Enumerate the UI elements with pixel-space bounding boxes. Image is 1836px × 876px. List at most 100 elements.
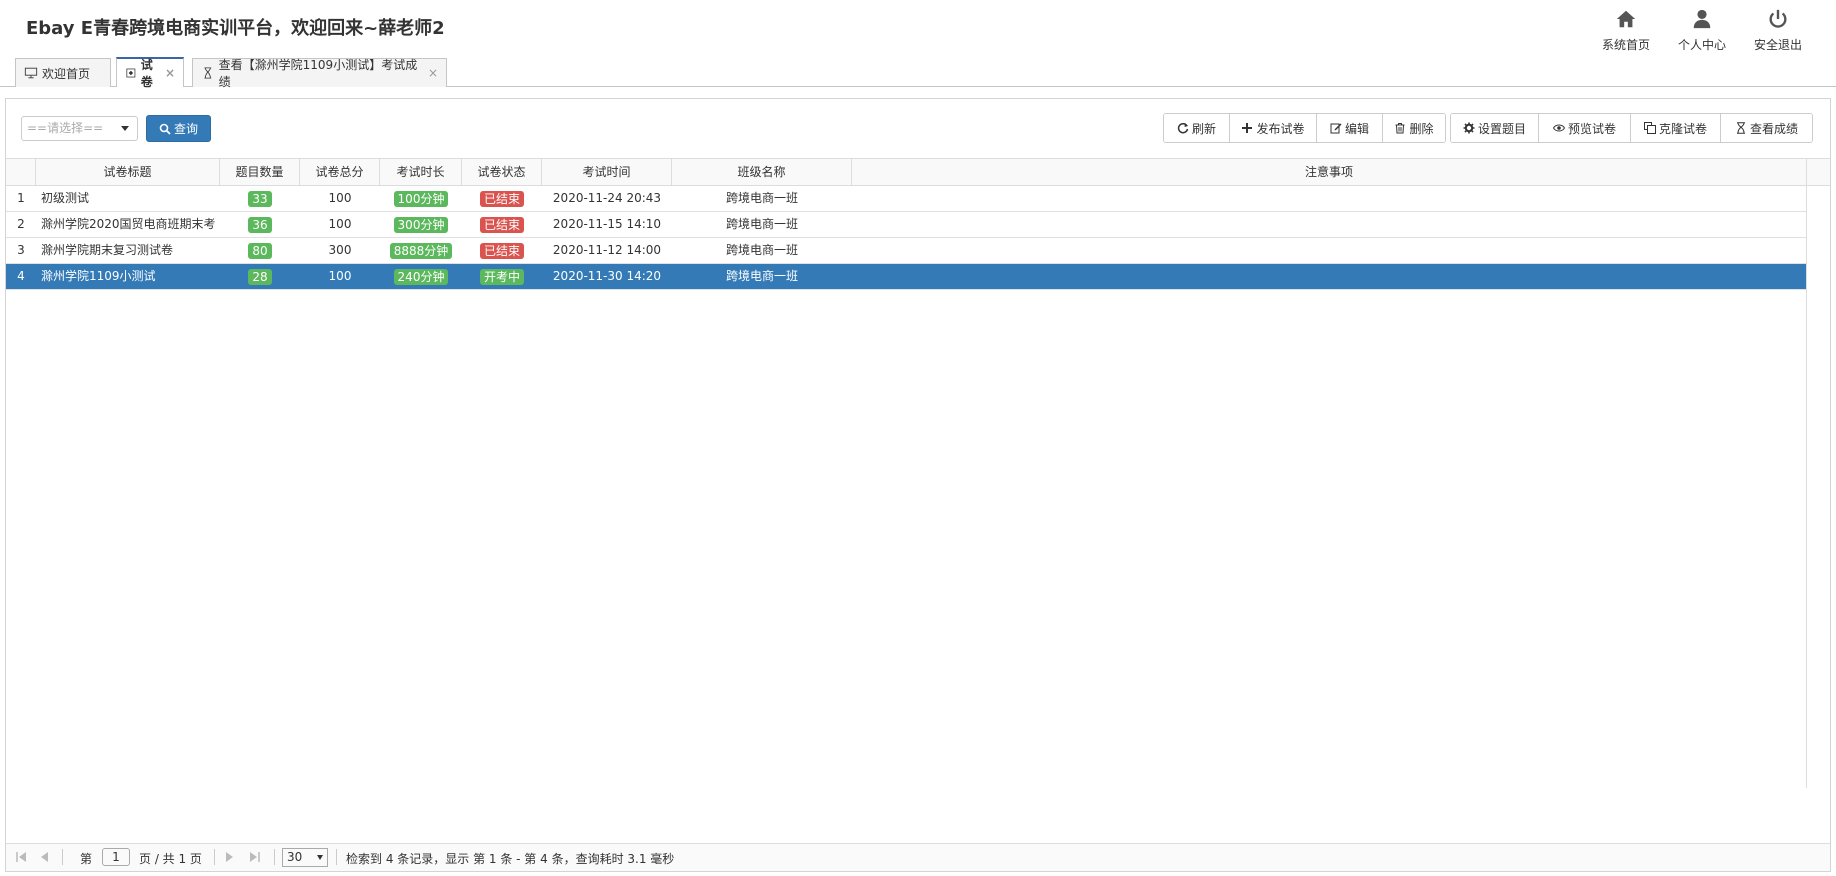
col-header-count[interactable]: 题目数量 — [220, 159, 300, 185]
col-header-duration[interactable]: 考试时长 — [380, 159, 462, 185]
page-suffix: 页 / 共 1 页 — [139, 852, 202, 866]
delete-button[interactable]: 删除 — [1383, 114, 1445, 142]
grid-header: 试卷标题 题目数量 试卷总分 考试时长 试卷状态 考试时间 班级名称 注意事项 — [6, 158, 1830, 186]
tab-exam-results-label: 查看【滁州学院1109小测试】考试成绩 — [218, 58, 418, 89]
pager-separator — [214, 849, 215, 865]
duration: 8888分钟 — [380, 238, 462, 263]
notes — [852, 264, 1807, 289]
col-header-score[interactable]: 试卷总分 — [300, 159, 380, 185]
count-badge: 36 — [248, 216, 272, 233]
view-results-button[interactable]: 查看成绩 — [1721, 114, 1812, 142]
col-header-rownum — [6, 159, 36, 185]
row-number: 2 — [17, 217, 25, 231]
duration-badge: 240分钟 — [393, 268, 449, 285]
trash-icon — [1395, 123, 1405, 134]
filter-select[interactable]: ==请选择== — [21, 116, 138, 141]
count-badge: 33 — [248, 190, 272, 207]
row-number: 4 — [17, 269, 25, 283]
notes — [852, 186, 1807, 211]
profile-nav-label: 个人中心 — [1677, 38, 1726, 52]
table-row-selected[interactable]: 4 滁州学院1109小测试 28 100 240分钟 开考中 2020-11-3… — [6, 264, 1806, 290]
table-row[interactable]: 1 初级测试 33 100 100分钟 已结束 2020-11-24 20:43… — [6, 186, 1806, 212]
next-page-icon[interactable] — [222, 850, 236, 864]
paper-title: 初级测试 — [41, 191, 90, 205]
set-questions-button[interactable]: 设置题目 — [1451, 114, 1539, 142]
notes — [852, 238, 1807, 263]
close-icon[interactable]: × — [428, 66, 438, 80]
table-row[interactable]: 2 滁州学院2020国贸电商班期末考 36 100 300分钟 已结束 2020… — [6, 212, 1806, 238]
pager-separator — [274, 849, 275, 865]
hourglass-icon — [204, 67, 212, 79]
app-title: Ebay E青春跨境电商实训平台，欢迎回来~薛老师2 — [26, 18, 445, 39]
set-questions-label: 设置题目 — [1477, 121, 1526, 136]
page-number-input[interactable]: 1 — [102, 848, 130, 866]
table-row[interactable]: 3 滁州学院期末复习测试卷 80 300 8888分钟 已结束 2020-11-… — [6, 238, 1806, 264]
file-icon — [126, 68, 136, 78]
last-page-icon[interactable] — [248, 850, 262, 864]
class-name: 跨境电商一班 — [725, 269, 798, 283]
total-score: 100 — [328, 217, 352, 231]
first-page-icon[interactable] — [14, 850, 28, 864]
tab-exam-papers-label: 试卷 — [140, 58, 153, 89]
publish-paper-button[interactable]: 发布试卷 — [1230, 114, 1317, 142]
toolbar: ==请选择== 查询 刷新 发布试卷 编辑 删除 设置题目 预览试卷 克隆试卷 … — [6, 99, 1830, 159]
hourglass-icon — [1736, 122, 1745, 134]
preview-paper-button[interactable]: 预览试卷 — [1539, 114, 1631, 142]
total-score: 300 — [328, 243, 352, 257]
pager-separator — [336, 849, 337, 865]
exam-time: 2020-11-12 14:00 — [552, 243, 662, 257]
page-size-select[interactable]: 30 — [282, 848, 328, 867]
tab-exam-results[interactable]: 查看【滁州学院1109小测试】考试成绩 × — [192, 58, 447, 89]
query-button-label: 查询 — [173, 122, 198, 136]
col-header-class[interactable]: 班级名称 — [672, 159, 852, 185]
tab-welcome[interactable]: 欢迎首页 — [15, 58, 111, 87]
count-badge: 80 — [248, 242, 272, 259]
pager-summary: 检索到 4 条记录，显示 第 1 条 - 第 4 条，查询耗时 3.1 毫秒 — [346, 852, 675, 866]
edit-icon — [1330, 123, 1342, 134]
clone-paper-label: 克隆试卷 — [1658, 121, 1707, 136]
logout-nav-button[interactable]: 安全退出 — [1740, 6, 1816, 53]
duration: 300分钟 — [380, 212, 462, 237]
close-icon[interactable]: × — [165, 66, 175, 80]
paper-title: 滁州学院1109小测试 — [41, 269, 156, 283]
monitor-icon — [24, 67, 38, 79]
refresh-icon — [1177, 122, 1189, 134]
gear-icon — [1463, 122, 1475, 134]
status: 开考中 — [462, 264, 542, 289]
home-nav-button[interactable]: 系统首页 — [1588, 6, 1664, 53]
row-number: 3 — [17, 243, 25, 257]
status: 已结束 — [462, 238, 542, 263]
status-badge: 已结束 — [479, 216, 524, 233]
power-icon — [1769, 9, 1787, 28]
question-count: 80 — [220, 238, 300, 263]
paper-title: 滁州学院2020国贸电商班期末考 — [41, 217, 216, 231]
duration-badge: 100分钟 — [393, 190, 449, 207]
class-name: 跨境电商一班 — [725, 243, 798, 257]
eye-icon — [1552, 124, 1565, 132]
tab-exam-papers[interactable]: 试卷 × — [116, 57, 184, 89]
clone-paper-button[interactable]: 克隆试卷 — [1631, 114, 1721, 142]
question-count: 33 — [220, 186, 300, 211]
prev-page-icon[interactable] — [38, 850, 52, 864]
plus-icon — [1242, 123, 1253, 133]
pagination-bar: 第 1 页 / 共 1 页 30 检索到 4 条记录，显示 第 1 条 - 第 … — [6, 843, 1830, 871]
duration-badge: 300分钟 — [393, 216, 449, 233]
status-badge: 开考中 — [479, 268, 524, 285]
col-header-notes[interactable]: 注意事项 — [852, 159, 1807, 185]
duration: 240分钟 — [380, 264, 462, 289]
total-score: 100 — [328, 269, 352, 283]
page-size-value: 30 — [287, 850, 303, 864]
col-header-time[interactable]: 考试时间 — [542, 159, 672, 185]
col-header-status[interactable]: 试卷状态 — [462, 159, 542, 185]
logout-nav-label: 安全退出 — [1753, 38, 1802, 52]
paper-title: 滁州学院期末复习测试卷 — [41, 243, 174, 257]
toolbar-group-edit: 刷新 发布试卷 编辑 删除 — [1163, 113, 1446, 143]
edit-button[interactable]: 编辑 — [1317, 114, 1383, 142]
refresh-button[interactable]: 刷新 — [1164, 114, 1230, 142]
query-button[interactable]: 查询 — [146, 115, 211, 142]
row-number: 1 — [17, 191, 25, 205]
home-icon — [1616, 10, 1636, 28]
user-icon — [1693, 9, 1711, 29]
profile-nav-button[interactable]: 个人中心 — [1664, 6, 1740, 53]
col-header-title[interactable]: 试卷标题 — [36, 159, 220, 185]
